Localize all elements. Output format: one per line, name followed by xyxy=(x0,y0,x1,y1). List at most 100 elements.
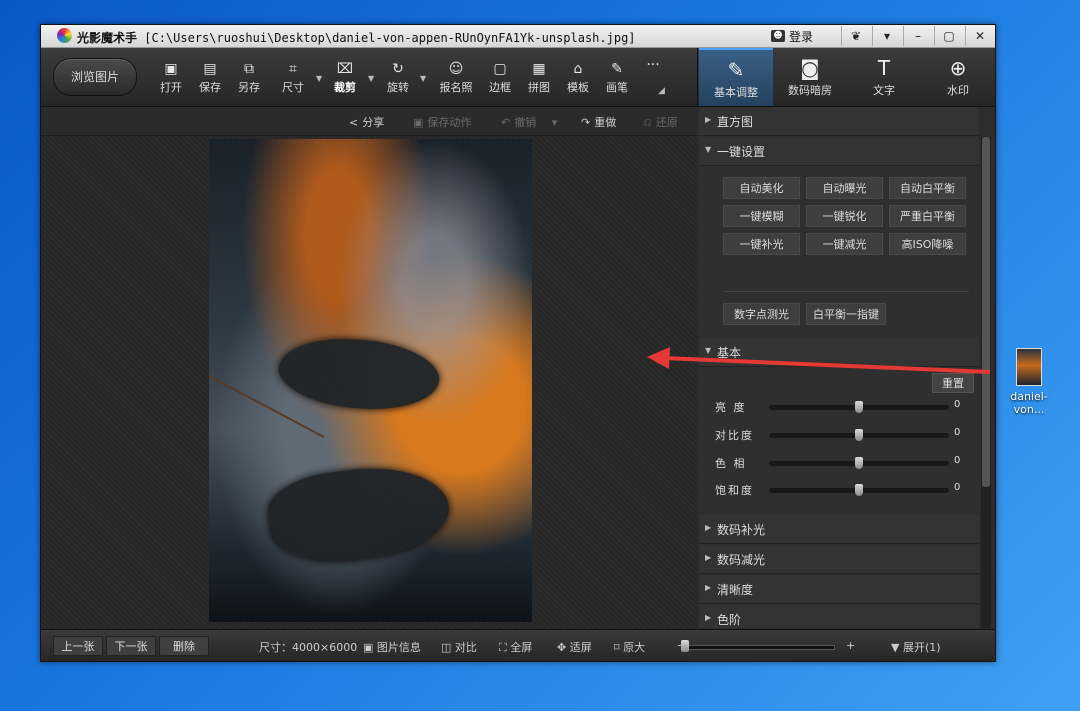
app-logo-icon xyxy=(57,28,72,43)
menu-button[interactable]: ▾ xyxy=(872,26,901,46)
reset-button[interactable]: 重置 xyxy=(932,373,974,393)
id-photo-button[interactable]: ☺ 报名照 xyxy=(436,60,476,95)
open-button[interactable]: ▣ 打开 xyxy=(151,60,191,95)
one-click-blur-button[interactable]: 一键模糊 xyxy=(723,205,800,227)
restore-icon: ⎌ xyxy=(643,116,652,129)
status-bar: 上一张 下一张 删除 尺寸：4000×6000 ▣ 图片信息 ◫ 对比 ⛶ 全屏… xyxy=(41,629,995,661)
share-icon: < xyxy=(349,116,359,129)
next-image-button[interactable]: 下一张 xyxy=(106,636,156,656)
desktop-file-icon[interactable]: daniel-von... xyxy=(996,348,1062,416)
section-clarity[interactable]: ▶ 清晰度 xyxy=(699,575,979,604)
slider-track[interactable] xyxy=(769,429,949,441)
collapsed-arrow-icon: ▶ xyxy=(705,583,712,592)
expanded-arrow-icon: ▼ xyxy=(705,145,712,154)
brightness-slider[interactable]: 亮 度 0 xyxy=(699,395,979,419)
section-one-click[interactable]: ▼ 一键设置 xyxy=(699,137,979,166)
delete-button[interactable]: 删除 xyxy=(159,636,209,656)
login-label: 登录 xyxy=(789,29,814,44)
resize-button[interactable]: ⌗ 尺寸 xyxy=(273,60,313,95)
photo-preview[interactable] xyxy=(209,139,532,622)
rotate-dropdown-icon[interactable]: ▼ xyxy=(420,74,426,83)
section-fill-light[interactable]: ▶ 数码补光 xyxy=(699,515,979,544)
panel-scrollbar[interactable] xyxy=(981,137,991,628)
slider-knob[interactable] xyxy=(855,401,863,413)
camera-icon: ◙ xyxy=(800,56,820,80)
crop-button[interactable]: ⌧ 裁剪 xyxy=(325,60,365,95)
contrast-slider[interactable]: 对比度 0 xyxy=(699,423,979,447)
section-levels[interactable]: ▶ 色阶 xyxy=(699,605,979,628)
auto-enhance-button[interactable]: 自动美化 xyxy=(723,177,800,199)
adjust-panel: ▶ 直方图 ▼ 一键设置 自动美化 自动曝光 自动白平衡 一键模糊 一键锐化 严… xyxy=(699,107,979,628)
zoom-knob[interactable] xyxy=(681,640,689,652)
scrollbar-thumb[interactable] xyxy=(982,137,990,487)
slider-track[interactable] xyxy=(769,457,949,469)
fit-screen-button[interactable]: ✥ 适屏 xyxy=(557,639,592,655)
more-tools-button[interactable]: ··· xyxy=(633,56,673,74)
browse-images-button[interactable]: 浏览图片 xyxy=(53,58,137,96)
section-histogram[interactable]: ▶ 直方图 xyxy=(699,107,979,136)
maximize-button[interactable]: ▢ xyxy=(934,26,963,46)
save-action-button[interactable]: ▣ 保存动作 xyxy=(413,114,471,130)
slider-knob[interactable] xyxy=(855,429,863,441)
image-canvas[interactable] xyxy=(41,136,698,628)
restore-button[interactable]: ⎌ 还原 xyxy=(643,114,678,130)
compare-button[interactable]: ◫ 对比 xyxy=(441,639,477,655)
reduce-light-button[interactable]: 一键减光 xyxy=(806,233,883,255)
fill-light-button[interactable]: 一键补光 xyxy=(723,233,800,255)
open-icon: ▣ xyxy=(164,61,178,77)
prev-image-button[interactable]: 上一张 xyxy=(53,636,103,656)
save-action-icon: ▣ xyxy=(413,116,424,129)
slider-knob[interactable] xyxy=(855,457,863,469)
login-button[interactable]: ☻ 登录 xyxy=(771,27,813,45)
undo-dropdown-icon[interactable]: ▾ xyxy=(552,116,558,129)
section-reduce-light[interactable]: ▶ 数码减光 xyxy=(699,545,979,574)
skin-button[interactable]: ❦ xyxy=(841,26,870,46)
slider-knob[interactable] xyxy=(855,484,863,496)
tab-basic-adjust[interactable]: ✎ 基本调整 xyxy=(699,48,773,106)
expand-button[interactable]: ▼ 展开(1) xyxy=(891,639,941,655)
section-basic[interactable]: ▼ 基本 xyxy=(699,338,979,367)
close-button[interactable]: ✕ xyxy=(965,26,994,46)
template-icon: ⌂ xyxy=(573,61,583,77)
info-icon: ▣ xyxy=(363,641,377,654)
save-as-button[interactable]: ⧉ 另存 xyxy=(229,60,269,95)
tab-text[interactable]: T 文字 xyxy=(847,48,921,106)
image-thumbnail-icon xyxy=(1016,348,1042,386)
high-iso-denoise-button[interactable]: 高ISO降噪 xyxy=(889,233,966,255)
border-button[interactable]: ▢ 边框 xyxy=(480,60,520,95)
image-info-button[interactable]: ▣ 图片信息 xyxy=(363,639,421,655)
auto-white-balance-button[interactable]: 自动白平衡 xyxy=(889,177,966,199)
redo-icon: ↷ xyxy=(581,116,591,129)
tab-watermark[interactable]: ⊕ 水印 xyxy=(921,48,995,106)
auto-exposure-button[interactable]: 自动曝光 xyxy=(806,177,883,199)
expand-toolbar-icon[interactable]: ◢ xyxy=(658,86,665,96)
undo-button[interactable]: ↶ 撤销 ▾ xyxy=(501,114,557,130)
share-button[interactable]: < 分享 xyxy=(349,114,384,130)
crop-dropdown-icon[interactable]: ▼ xyxy=(368,74,374,83)
minimize-button[interactable]: – xyxy=(903,26,932,46)
window-title: 光影魔术手 [C:\Users\ruoshui\Desktop\daniel-v… xyxy=(77,29,636,46)
resize-dropdown-icon[interactable]: ▼ xyxy=(316,74,322,83)
spot-metering-button[interactable]: 数字点测光 xyxy=(723,303,800,325)
rotate-button[interactable]: ↻ 旋转 xyxy=(378,60,418,95)
template-button[interactable]: ⌂ 模板 xyxy=(558,60,598,95)
brush-button[interactable]: ✎ 画笔 xyxy=(597,60,637,95)
severe-white-balance-button[interactable]: 严重白平衡 xyxy=(889,205,966,227)
zoom-in-button[interactable]: + xyxy=(846,639,855,652)
save-button[interactable]: ▤ 保存 xyxy=(190,60,230,95)
tab-digital-darkroom[interactable]: ◙ 数码暗房 xyxy=(773,48,847,106)
collapsed-arrow-icon: ▶ xyxy=(705,553,712,562)
fit-icon: ✥ xyxy=(557,641,570,654)
one-click-sharpen-button[interactable]: 一键锐化 xyxy=(806,205,883,227)
slider-track[interactable] xyxy=(769,484,949,496)
redo-button[interactable]: ↷ 重做 xyxy=(581,114,616,130)
watermark-icon: ⊕ xyxy=(949,56,967,80)
fullscreen-button[interactable]: ⛶ 全屏 xyxy=(499,639,532,655)
hue-slider[interactable]: 色 相 0 xyxy=(699,451,979,475)
collage-button[interactable]: ▦ 拼图 xyxy=(519,60,559,95)
original-size-button[interactable]: ⌑ 原大 xyxy=(614,639,645,655)
white-balance-picker-button[interactable]: 白平衡一指键 xyxy=(806,303,886,325)
slider-track[interactable] xyxy=(769,401,949,413)
zoom-slider[interactable] xyxy=(681,640,835,652)
saturation-slider[interactable]: 饱和度 0 xyxy=(699,478,979,502)
